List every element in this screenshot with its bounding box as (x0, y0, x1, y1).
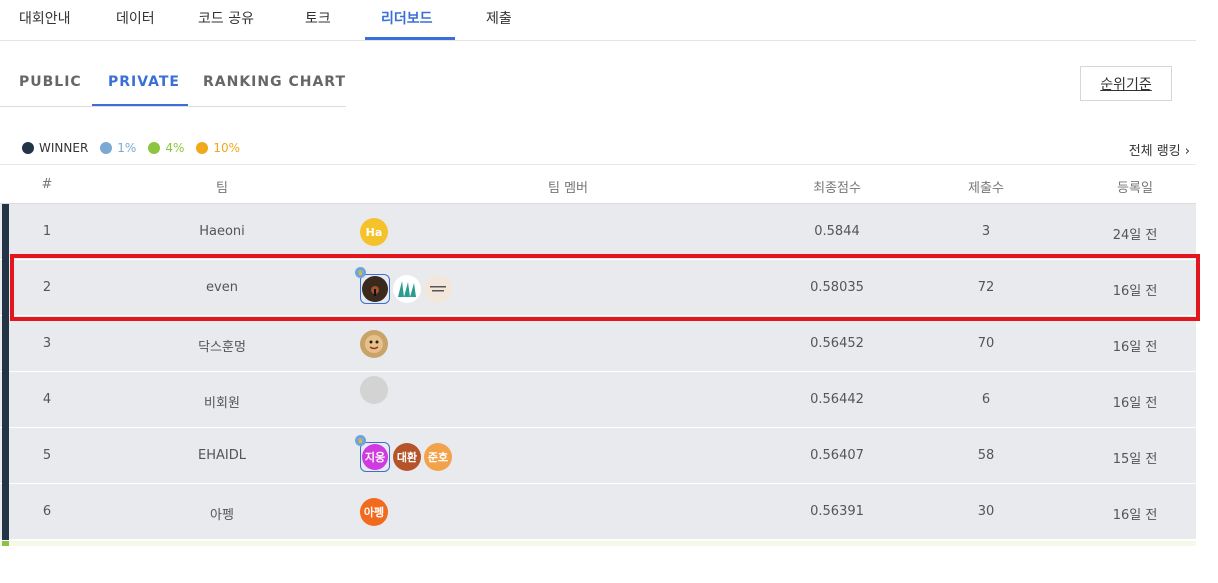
table-row[interactable]: 6 아펭 아펭 0.56391 30 16일 전 (0, 484, 1196, 540)
legend-top-4-label: 4% (165, 141, 185, 155)
crown-icon: ♛ (355, 267, 366, 278)
photo-avatar-icon (362, 276, 388, 302)
team-name[interactable]: EHAIDL (198, 448, 246, 463)
team-members: Ha (360, 218, 391, 246)
green-logo-avatar-icon[interactable] (393, 275, 421, 303)
crown-icon: ♛ (355, 435, 366, 446)
rank-cell: 5 (42, 448, 52, 463)
registered-cell: 16일 전 (1112, 340, 1158, 355)
legend-top-10: 10% (196, 141, 240, 155)
tab-submit[interactable]: 제출 (486, 8, 512, 28)
tier-4-percent-bar (2, 541, 9, 546)
submissions-cell: 72 (977, 280, 995, 295)
table-row[interactable]: 4 비회원 0.56442 6 16일 전 (0, 372, 1196, 428)
subtab-private[interactable]: PRIVATE (108, 74, 180, 90)
leaderboard-subtabs: PUBLIC PRIVATE RANKING CHART (0, 60, 346, 107)
member-avatar[interactable]: 대환 (393, 443, 421, 471)
score-cell: 0.5844 (814, 224, 860, 239)
member-avatar[interactable]: 준호 (424, 443, 452, 471)
col-members: 팀 멤버 (547, 181, 589, 196)
score-cell: 0.56407 (810, 448, 864, 463)
registered-cell: 15일 전 (1112, 452, 1158, 467)
registered-cell: 16일 전 (1112, 508, 1158, 523)
tab-competition-info[interactable]: 대회안내 (19, 8, 71, 28)
table-row[interactable]: 2 even ♛ 0.58035 72 16일 전 (0, 260, 1196, 316)
table-row[interactable]: 5 EHAIDL ♛ 지웅 대환 준호 0.56407 58 15일 전 (0, 428, 1196, 484)
submissions-cell: 58 (977, 448, 995, 463)
subtab-ranking-chart[interactable]: RANKING CHART (203, 74, 346, 90)
score-cell: 0.56391 (810, 504, 864, 519)
placeholder-avatar-icon[interactable] (360, 376, 388, 404)
team-name[interactable]: Haeoni (199, 224, 245, 239)
active-subtab-indicator (92, 104, 188, 106)
team-members: ♛ (355, 267, 455, 304)
winner-tier-bar (2, 204, 9, 540)
registered-cell: 16일 전 (1112, 284, 1158, 299)
member-avatar[interactable]: Ha (360, 218, 388, 246)
rank-cell: 3 (42, 336, 52, 351)
top-10-dot-icon (196, 142, 209, 154)
table-header: # 팀 팀 멤버 최종점수 제출수 등록일 (0, 164, 1196, 204)
next-tier-row-edge (0, 541, 1196, 546)
score-cell: 0.56452 (810, 336, 864, 351)
col-rank: # (41, 177, 53, 192)
team-members: ♛ 지웅 대환 준호 (355, 435, 455, 472)
member-avatar[interactable]: 아펭 (360, 498, 388, 526)
legend-top-1: 1% (100, 141, 136, 155)
col-final-score: 최종점수 (813, 181, 861, 196)
team-name[interactable]: 아펭 (210, 504, 234, 523)
legend-winner: WINNER (22, 141, 88, 155)
team-name[interactable]: 비회원 (204, 392, 240, 411)
score-cell: 0.58035 (810, 280, 864, 295)
top-navigation: 대회안내 데이터 코드 공유 토크 리더보드 제출 (0, 0, 1196, 41)
team-members: 아펭 (360, 498, 391, 526)
rank-cell: 6 (42, 504, 52, 519)
submissions-cell: 30 (977, 504, 995, 519)
team-name[interactable]: 닥스훈멍 (198, 336, 246, 355)
table-row[interactable]: 1 Haeoni Ha 0.5844 3 24일 전 (0, 204, 1196, 260)
rank-criteria-button[interactable]: 순위기준 (1080, 66, 1172, 101)
legend-top-1-label: 1% (117, 141, 137, 155)
team-members (360, 330, 391, 358)
tab-data[interactable]: 데이터 (116, 8, 155, 28)
member-initials: 지웅 (362, 444, 388, 470)
legend-top-10-label: 10% (213, 141, 241, 155)
legend-top-4: 4% (148, 141, 184, 155)
col-registered: 등록일 (1117, 181, 1153, 196)
registered-cell: 16일 전 (1112, 396, 1158, 411)
submissions-cell: 3 (981, 224, 991, 239)
leader-avatar[interactable]: ♛ (355, 267, 390, 304)
legend: WINNER 1% 4% 10% (22, 140, 252, 156)
table-row[interactable]: 3 닥스훈멍 0.56452 70 16일 전 (0, 316, 1196, 372)
score-cell: 0.56442 (810, 392, 864, 407)
registered-cell: 24일 전 (1112, 228, 1158, 243)
submissions-cell: 6 (981, 392, 991, 407)
rank-cell: 4 (42, 392, 52, 407)
team-members (360, 376, 391, 404)
submissions-cell: 70 (977, 336, 995, 351)
tab-code-share[interactable]: 코드 공유 (198, 8, 254, 28)
rank-cell: 1 (42, 224, 52, 239)
col-team: 팀 (216, 181, 228, 196)
winner-dot-icon (22, 142, 34, 154)
top-1-dot-icon (100, 142, 113, 154)
rank-cell: 2 (42, 280, 52, 295)
tab-leaderboard[interactable]: 리더보드 (381, 8, 433, 28)
col-submissions: 제출수 (968, 181, 1004, 196)
cartoon-avatar-icon[interactable] (360, 330, 388, 358)
all-ranking-link[interactable]: 전체 랭킹 › (1129, 140, 1190, 159)
subtab-public[interactable]: PUBLIC (19, 74, 82, 90)
team-name[interactable]: even (206, 280, 238, 295)
active-tab-indicator (365, 37, 455, 40)
legend-winner-label: WINNER (39, 141, 89, 155)
text-logo-avatar-icon[interactable] (424, 275, 452, 303)
tab-talk[interactable]: 토크 (305, 8, 331, 28)
leader-avatar[interactable]: ♛ 지웅 (355, 435, 390, 472)
top-4-dot-icon (148, 142, 161, 154)
